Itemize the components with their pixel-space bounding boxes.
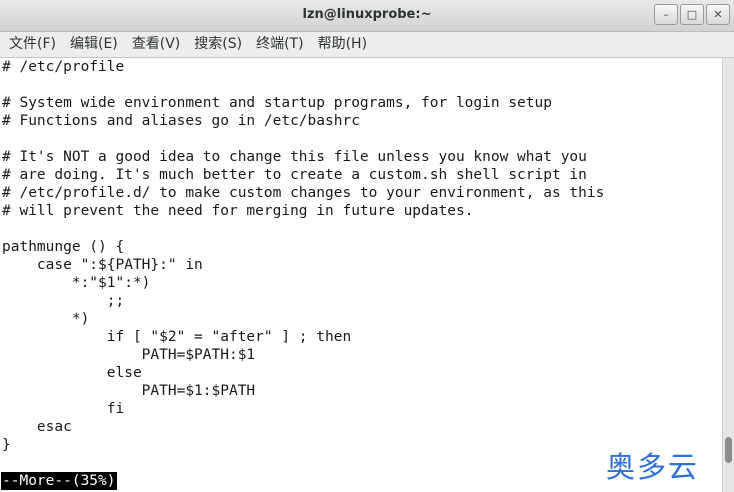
minimize-button[interactable]: – — [654, 4, 678, 25]
terminal-line: # System wide environment and startup pr… — [2, 95, 552, 111]
menu-search[interactable]: 搜索(S) — [187, 32, 249, 57]
menu-file[interactable]: 文件(F) — [0, 32, 63, 57]
terminal-line: } — [2, 437, 11, 453]
terminal-line: esac — [2, 419, 72, 435]
terminal-line: pathmunge () { — [2, 239, 125, 255]
terminal-window: lzn@linuxprobe:~ – □ ✕ 文件(F) 编辑(E) 查看(V)… — [0, 0, 734, 492]
terminal-line: # /etc/profile — [2, 59, 125, 75]
terminal-line: # will prevent the need for merging in f… — [2, 203, 474, 219]
terminal-line: if [ "$2" = "after" ] ; then — [2, 329, 352, 345]
title-bar[interactable]: lzn@linuxprobe:~ – □ ✕ — [0, 0, 734, 32]
window-controls: – □ ✕ — [654, 4, 730, 25]
menu-terminal[interactable]: 终端(T) — [249, 32, 310, 57]
terminal-line: *:"$1":*) — [2, 275, 151, 291]
close-button[interactable]: ✕ — [706, 4, 730, 25]
terminal-line: ;; — [2, 293, 125, 309]
terminal-line: # Functions and aliases go in /etc/bashr… — [2, 113, 360, 129]
terminal-line: *) — [2, 311, 90, 327]
menu-edit[interactable]: 编辑(E) — [63, 32, 125, 57]
terminal-output[interactable]: --More--(35%) # /etc/profile # System wid… — [0, 58, 722, 492]
terminal-line: # are doing. It's much better to create … — [2, 167, 587, 183]
window-title: lzn@linuxprobe:~ — [302, 7, 432, 22]
menu-view[interactable]: 查看(V) — [125, 32, 188, 57]
menu-help[interactable]: 帮助(H) — [311, 32, 374, 57]
terminal-line: else — [2, 365, 142, 381]
scrollbar-thumb[interactable] — [725, 437, 732, 463]
vertical-scrollbar[interactable] — [722, 58, 734, 492]
pager-status: --More--(35%) — [1, 472, 117, 490]
terminal-line: # It's NOT a good idea to change this fi… — [2, 149, 587, 165]
terminal-line: # /etc/profile.d/ to make custom changes… — [2, 185, 605, 201]
terminal-line: PATH=$1:$PATH — [2, 383, 256, 399]
maximize-button[interactable]: □ — [680, 4, 704, 25]
terminal-line: PATH=$PATH:$1 — [2, 347, 256, 363]
terminal-line: fi — [2, 401, 125, 417]
watermark-logo: 奥多云 — [606, 450, 700, 484]
menu-bar: 文件(F) 编辑(E) 查看(V) 搜索(S) 终端(T) 帮助(H) — [0, 32, 734, 58]
terminal-line: case ":${PATH}:" in — [2, 257, 203, 273]
